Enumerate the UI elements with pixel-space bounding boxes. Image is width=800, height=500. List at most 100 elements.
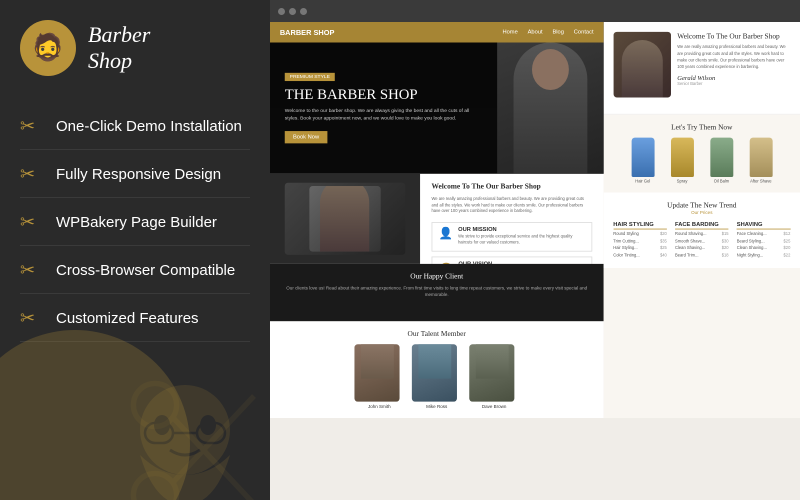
- site-navbar: BARBER SHOP Home About Blog Contact: [270, 22, 603, 43]
- nav-link-about[interactable]: About: [528, 29, 543, 35]
- price-row-3-2: Beard Styling... $25: [737, 239, 791, 244]
- team-card-3: Dave Brown: [470, 344, 519, 410]
- welcome-title: Welcome To The Our Barber Shop: [677, 32, 790, 40]
- browser-bar: [270, 0, 800, 22]
- team-card-1: John Smith: [355, 344, 404, 410]
- feature-icon-5: ✂: [20, 308, 44, 329]
- hero-book-button[interactable]: Book Now: [285, 131, 328, 143]
- welcome-signature-title: Senior Barber: [677, 82, 790, 87]
- site-clients: Our Happy Client Our clients love us! Re…: [270, 264, 603, 321]
- left-panel: 🧔 Barber Shop ✂ One-Click Demo Installat…: [0, 0, 270, 500]
- product-bottle-1: [631, 138, 654, 177]
- welcome-signature: Gerald Wilson: [677, 74, 790, 81]
- welcome-section: Welcome To The Our Barber Shop We are re…: [603, 22, 800, 115]
- price-col-1: HAIR STYLING Round Styling $20 Trim Cutt…: [613, 222, 667, 260]
- hero-title: THE BARBER SHOP: [285, 86, 482, 104]
- price-row-1-1: Round Styling $20: [613, 232, 667, 237]
- product-bottle-3: [710, 138, 733, 177]
- about-image: [285, 183, 405, 255]
- team-name-2: Mike Ross: [412, 405, 461, 410]
- logo-area: 🧔 Barber Shop: [20, 20, 250, 76]
- site-about: Welcome To The Our Barber Shop We are re…: [270, 174, 603, 264]
- price-col-head-1: HAIR STYLING: [613, 222, 667, 229]
- team-photo-3: [470, 344, 515, 401]
- team-card-2: Mike Ross: [412, 344, 461, 410]
- website-preview: BARBER SHOP Home About Blog Contact PREM…: [270, 22, 800, 500]
- clients-text: Our clients love us! Read about their am…: [281, 285, 591, 299]
- feature-item-3: ✂ WPBakery Page Builder: [20, 200, 250, 246]
- feature-text-2: Fully Responsive Design: [56, 166, 221, 183]
- price-row-2-1: Round Shaving... $15: [675, 232, 729, 237]
- right-website-col: Welcome To The Our Barber Shop We are re…: [603, 22, 800, 418]
- left-website-col: BARBER SHOP Home About Blog Contact PREM…: [270, 22, 603, 418]
- team-cards: John Smith Mike Ross: [281, 344, 591, 410]
- team-name-1: John Smith: [355, 405, 404, 410]
- product-2: Spray: [665, 138, 699, 185]
- browser-dot-green: [300, 8, 307, 15]
- price-row-2-2: Smooth Shave... $30: [675, 239, 729, 244]
- welcome-top: Welcome To The Our Barber Shop We are re…: [613, 32, 790, 98]
- hero-image: [497, 43, 604, 174]
- feature-icon-3: ✂: [20, 212, 44, 233]
- price-col-3: SHAVING Face Cleaning... $12 Beard Styli…: [737, 222, 791, 260]
- nav-link-contact[interactable]: Contact: [574, 29, 594, 35]
- clients-title: Our Happy Client: [281, 272, 591, 280]
- products-title: Let's Try Them Now: [613, 123, 790, 131]
- price-row-1-2: Trim Cutting... $35: [613, 239, 667, 244]
- website-scaled: BARBER SHOP Home About Blog Contact PREM…: [270, 22, 800, 418]
- mission-label: OUR MISSION: [458, 227, 584, 233]
- features-list: ✂ One-Click Demo Installation ✂ Fully Re…: [20, 104, 250, 342]
- nav-logo: BARBER SHOP: [280, 28, 335, 36]
- hero-person-silhouette: [513, 43, 587, 174]
- pricing-subtitle: Our Prices: [613, 211, 790, 216]
- feature-text-4: Cross-Browser Compatible: [56, 262, 235, 279]
- price-row-3-3: Clean Shaving... $20: [737, 246, 791, 251]
- product-3: Oil Balm: [704, 138, 738, 185]
- product-1: Hair Gel: [626, 138, 660, 185]
- welcome-text-area: Welcome To The Our Barber Shop We are re…: [677, 32, 790, 98]
- price-row-1-4: Color Tinting... $40: [613, 253, 667, 258]
- hero-left: PREMIUM STYLE THE BARBER SHOP Welcome to…: [270, 43, 497, 174]
- mission-card: 👤 OUR MISSION We strive to provide excep…: [432, 222, 592, 252]
- feature-icon-1: ✂: [20, 116, 44, 137]
- browser-dot-red: [278, 8, 285, 15]
- nav-links: Home About Blog Contact: [502, 29, 593, 35]
- hero-content: PREMIUM STYLE THE BARBER SHOP Welcome to…: [270, 43, 603, 174]
- nav-link-home[interactable]: Home: [502, 29, 517, 35]
- price-row-3-4: Night Styling... $22: [737, 253, 791, 258]
- team-photo-1: [355, 344, 400, 401]
- team-photo-2: [412, 344, 457, 401]
- products-row: Hair Gel Spray Oil Balm After Shave: [613, 138, 790, 185]
- welcome-desc: We are really amazing professional barbe…: [677, 44, 790, 70]
- browser-dot-yellow: [289, 8, 296, 15]
- team-name-3: Dave Brown: [470, 405, 519, 410]
- hero-badge: PREMIUM STYLE: [285, 73, 335, 81]
- feature-text-1: One-Click Demo Installation: [56, 118, 242, 135]
- hero-subtitle: Welcome to the our barber shop. We are a…: [285, 108, 482, 123]
- logo-icon: 🧔: [20, 20, 76, 76]
- decorative-beard: [110, 375, 260, 500]
- feature-item-2: ✂ Fully Responsive Design: [20, 152, 250, 198]
- pricing-title: Update The New Trend: [613, 201, 790, 209]
- feature-icon-2: ✂: [20, 164, 44, 185]
- welcome-image: [613, 32, 670, 98]
- about-title: Welcome To The Our Barber Shop: [432, 182, 592, 190]
- price-row-1-3: Hair Styling... $25: [613, 246, 667, 251]
- product-label-4: After Shave: [744, 179, 778, 184]
- price-row-2-3: Clean Shaving... $20: [675, 246, 729, 251]
- right-panel: BARBER SHOP Home About Blog Contact PREM…: [270, 0, 800, 500]
- price-row-2-4: Beard Trim... $18: [675, 253, 729, 258]
- product-label-1: Hair Gel: [626, 179, 660, 184]
- feature-item-1: ✂ One-Click Demo Installation: [20, 104, 250, 150]
- nav-link-blog[interactable]: Blog: [552, 29, 563, 35]
- product-label-2: Spray: [665, 179, 699, 184]
- team-title: Our Talent Member: [281, 330, 591, 338]
- site-team: Our Talent Member John Smith: [270, 321, 603, 418]
- pricing-section: Update The New Trend Our Prices HAIR STY…: [603, 193, 800, 268]
- feature-icon-4: ✂: [20, 260, 44, 281]
- product-bottle-2: [671, 138, 694, 177]
- product-bottle-4: [749, 138, 772, 177]
- mission-icon: 👤: [439, 227, 453, 241]
- pricing-columns: HAIR STYLING Round Styling $20 Trim Cutt…: [613, 222, 790, 260]
- price-col-head-3: SHAVING: [737, 222, 791, 229]
